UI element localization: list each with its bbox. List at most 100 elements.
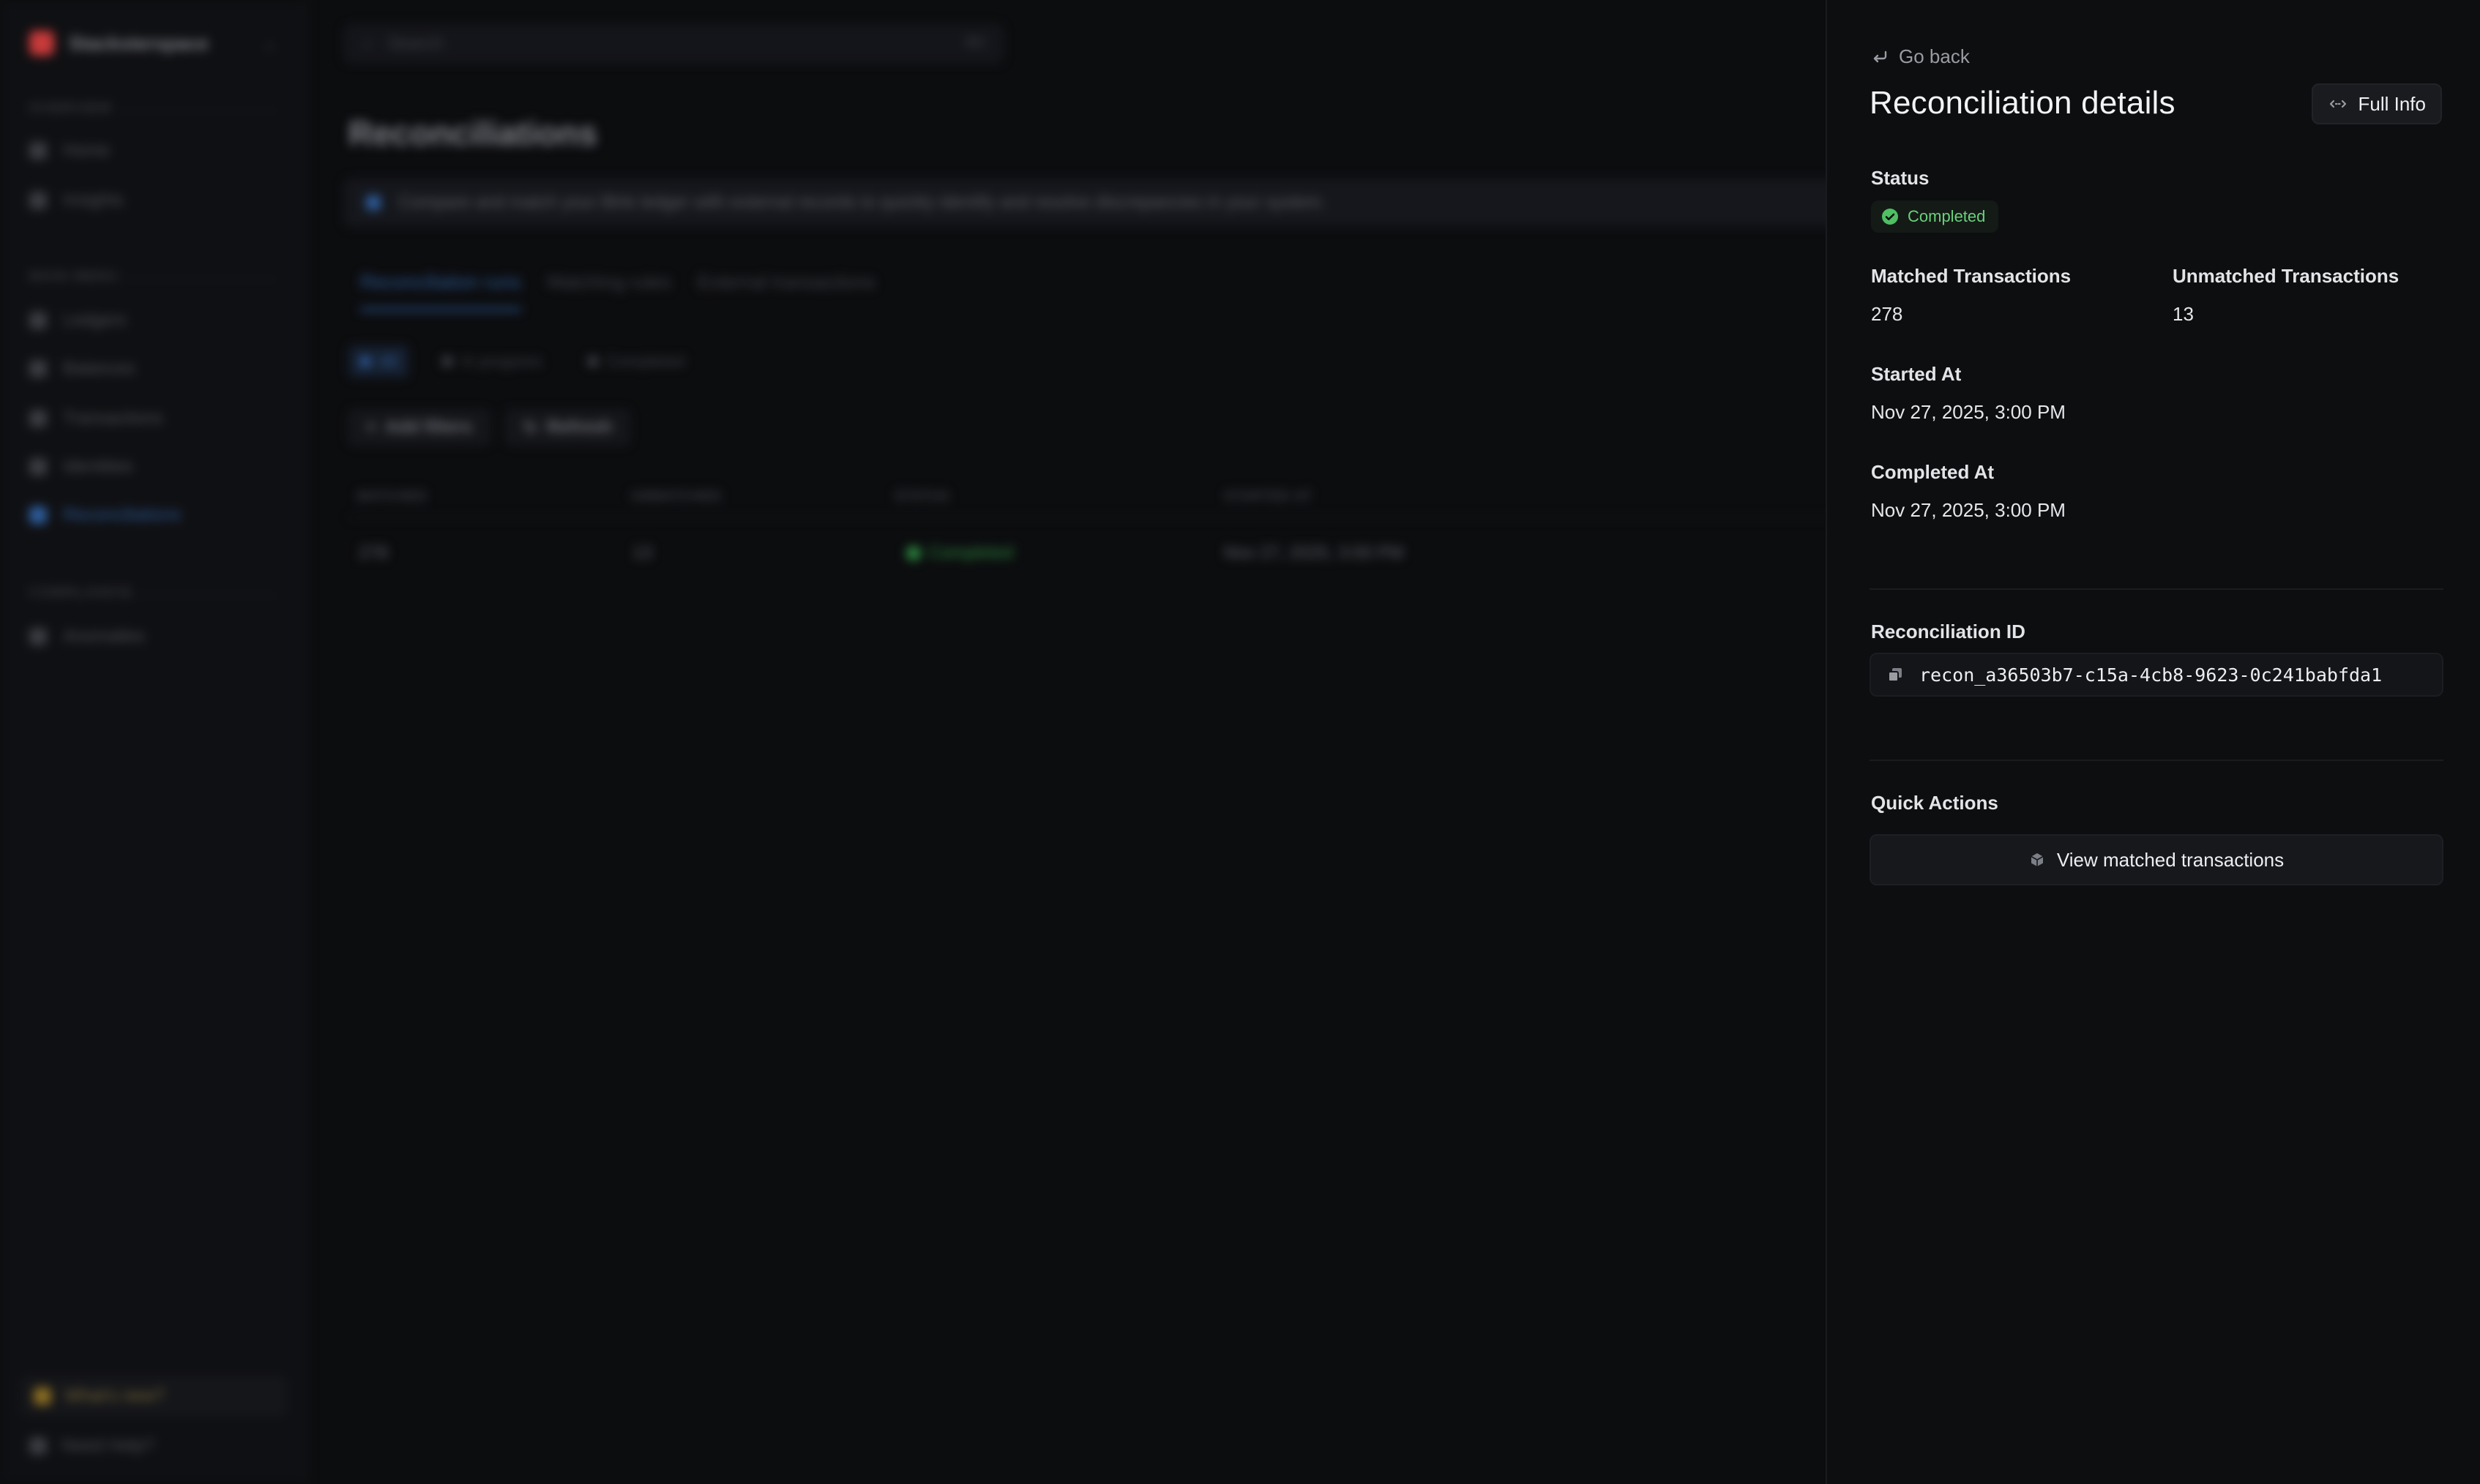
chip-label: Completed — [606, 352, 684, 370]
chip-completed: Completed — [576, 345, 696, 378]
unmatched-transactions-value: 13 — [2173, 303, 2194, 325]
full-info-label: Full Info — [2358, 92, 2427, 115]
sidebar-item-anomalies: Anomalies — [29, 626, 145, 647]
view-matched-transactions-button[interactable]: View matched transactions — [1870, 834, 2443, 885]
divider — [1870, 588, 2443, 590]
info-banner: Compare and match your Blnk ledger with … — [344, 179, 1881, 227]
refresh-icon: ↻ — [523, 417, 538, 438]
sidebar-item-label: Transactions — [63, 408, 163, 428]
divider — [29, 110, 278, 111]
status-label: Status — [1871, 167, 1930, 189]
view-matched-transactions-label: View matched transactions — [2056, 848, 2285, 871]
cell-status: Completed — [906, 543, 1013, 563]
chip-label: All — [379, 352, 397, 370]
search-placeholder: Search — [387, 34, 444, 53]
cell-unmatched: 13 — [632, 543, 652, 563]
button-label: Add filters — [385, 417, 472, 437]
check-circle-icon — [1882, 209, 1898, 225]
sidebar-item-label: Home — [63, 140, 111, 160]
check-circle-icon — [906, 546, 921, 561]
chip-label: In progress — [461, 352, 542, 370]
reconciliation-id-value: recon_a36503b7-c15a-4cb8-9623-0c241babfd… — [1919, 664, 2383, 686]
section-label-overview: OVERVIEW — [29, 101, 112, 116]
need-help-button: Need Help? — [29, 1436, 154, 1456]
help-icon — [29, 1437, 47, 1455]
column-header-started-at: STARTED AT — [1224, 489, 1312, 503]
chip-dot — [360, 356, 370, 367]
banner-text: Compare and match your Blnk ledger with … — [398, 192, 1326, 212]
column-header-status: STATUS — [894, 489, 950, 503]
expand-icon — [2329, 100, 2346, 108]
transactions-icon — [29, 410, 47, 427]
info-icon — [366, 195, 381, 210]
sidebar-item-insights: Insights — [29, 190, 124, 211]
search-input: ⌕ Search ⌘K — [344, 25, 1003, 63]
cell-started-at: Nov 27, 2025, 3:00 PM — [1224, 543, 1404, 563]
need-help-label: Need Help? — [61, 1436, 154, 1455]
sidebar-item-label: Insights — [63, 190, 124, 210]
section-label-compliance: COMPLIANCE — [29, 585, 132, 600]
go-back-icon — [1873, 50, 1887, 62]
tabs: Reconciliation runs Matching rules Exter… — [360, 271, 875, 311]
whats-new-label: What's new? — [64, 1386, 165, 1406]
chip-all: All — [348, 345, 409, 378]
sidebar-item-balances: Balances — [29, 359, 135, 379]
chip-dot — [587, 356, 598, 367]
completed-at-value: Nov 27, 2025, 3:00 PM — [1871, 499, 2066, 521]
tab-matching-rules: Matching rules — [547, 271, 671, 293]
status-badge: Completed — [1871, 201, 1999, 233]
refresh-button: ↻ Refresh — [505, 410, 630, 445]
sidebar-item-label: Anomalies — [63, 626, 146, 646]
sparkle-icon — [34, 1387, 51, 1405]
reconciliation-id-copy[interactable]: recon_a36503b7-c15a-4cb8-9623-0c241babfd… — [1870, 653, 2443, 697]
brand-name: Stacksterspace — [69, 31, 209, 54]
home-icon — [29, 142, 47, 160]
chevron-down-icon: ⌄ — [264, 37, 276, 53]
button-label: Refresh — [546, 417, 613, 437]
sidebar-item-label: Balances — [63, 359, 135, 378]
status-text: Completed — [928, 543, 1014, 563]
matched-transactions-label: Matched Transactions — [1871, 265, 2072, 287]
insights-icon — [29, 192, 47, 209]
sidebar-item-label: Identities — [63, 457, 134, 476]
whats-new-button: What's new? — [20, 1376, 287, 1417]
sidebar: Stacksterspace ⌄ OVERVIEW Home Insights … — [0, 0, 307, 1484]
sidebar-item-reconciliations: Reconciliations — [29, 505, 181, 525]
main-content: ⌕ Search ⌘K Reconciliations Compare and … — [307, 0, 1886, 1484]
ledger-icon — [29, 312, 47, 329]
divider — [348, 517, 1886, 518]
unmatched-transactions-label: Unmatched Transactions — [2173, 265, 2399, 287]
tab-external-transactions: External transactions — [697, 271, 875, 293]
sidebar-item-ledgers: Ledgers — [29, 310, 127, 331]
identities-icon — [29, 458, 47, 476]
full-info-button[interactable]: Full Info — [2311, 83, 2442, 124]
filter-icon: ≡ — [366, 417, 377, 437]
section-label-main-menu: MAIN MENU — [29, 269, 119, 284]
reconciliation-details-panel: Go back Reconciliation details Full Info… — [1826, 0, 2480, 1484]
go-back-button[interactable]: Go back — [1871, 45, 1970, 68]
chip-in-progress: In progress — [430, 345, 553, 378]
started-at-label: Started At — [1871, 363, 1962, 385]
add-filters-button: ≡ Add filters — [348, 410, 490, 445]
sidebar-item-label: Ledgers — [63, 310, 127, 330]
divider — [1870, 760, 2443, 761]
balances-icon — [29, 360, 47, 378]
completed-at-label: Completed At — [1871, 461, 1995, 483]
copy-icon — [1888, 668, 1902, 682]
search-icon: ⌕ — [363, 34, 373, 53]
brand-logo — [29, 31, 54, 56]
tab-reconciliation-runs: Reconciliation runs — [360, 271, 521, 311]
sidebar-item-identities: Identities — [29, 457, 133, 477]
sidebar-item-transactions: Transactions — [29, 408, 163, 429]
panel-title: Reconciliation details — [1870, 85, 2175, 121]
cell-matched: 278 — [359, 543, 389, 563]
brand: Stacksterspace — [29, 31, 209, 56]
started-at-value: Nov 27, 2025, 3:00 PM — [1871, 401, 2066, 423]
search-shortcut: ⌘K — [964, 35, 987, 50]
column-header-matched: MATCHED — [357, 489, 427, 503]
go-back-label: Go back — [1899, 45, 1970, 67]
cube-icon — [2031, 853, 2044, 866]
status-filter-chips: All In progress Completed — [348, 345, 696, 378]
quick-actions-label: Quick Actions — [1871, 792, 1998, 814]
divider — [29, 594, 278, 596]
